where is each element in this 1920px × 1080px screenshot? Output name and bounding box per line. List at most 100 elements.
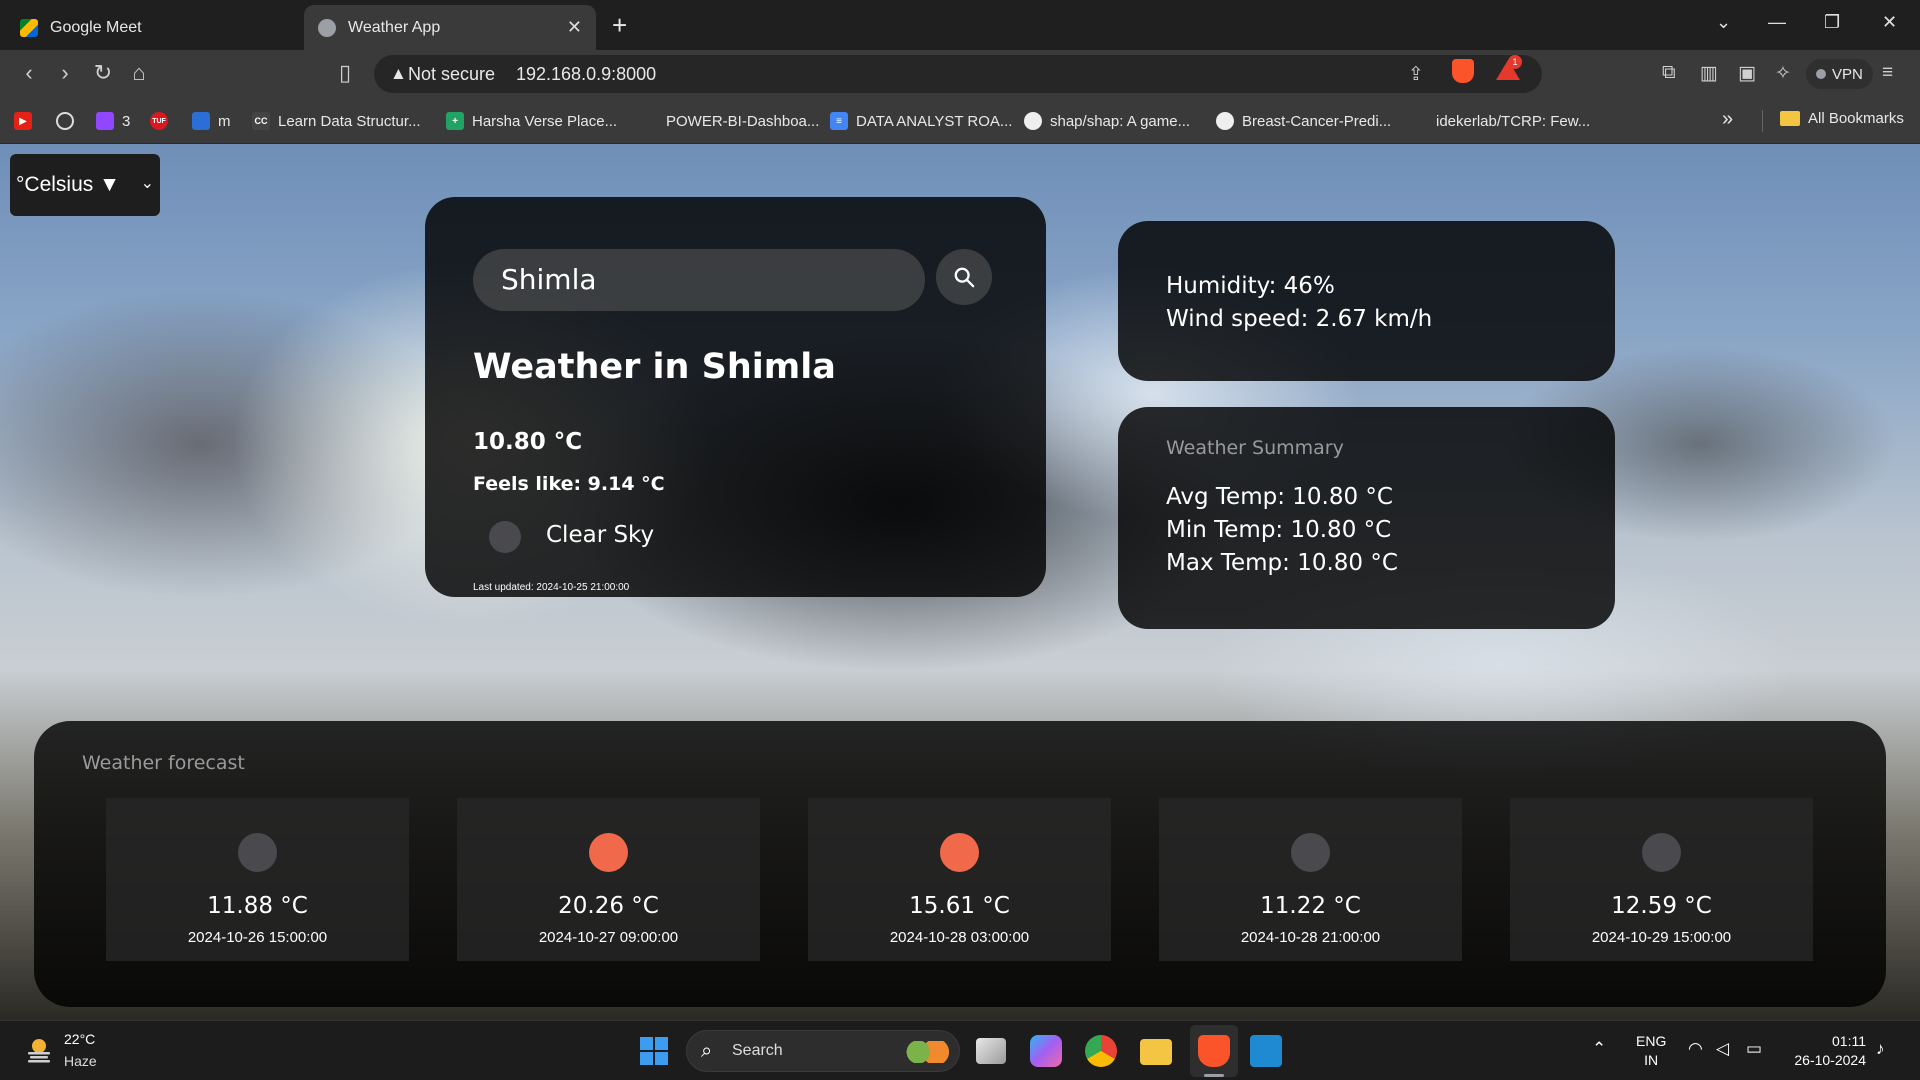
forecast-item: 20.26 °C 2024-10-27 09:00:00	[457, 798, 760, 961]
docs-icon: ≡	[830, 112, 848, 130]
bookmark-learn-dsa[interactable]: CC Learn Data Structur...	[252, 110, 421, 132]
wifi-icon[interactable]: ◠	[1688, 1039, 1703, 1059]
clock-date: 26-10-2024	[1794, 1052, 1866, 1068]
extensions-icon[interactable]: ⧉	[1662, 62, 1676, 84]
browser-toolbar: ‹ › ↻ ⌂ ▯ ▲ Not secure 192.168.0.9:8000 …	[0, 50, 1920, 98]
show-hidden-icons-icon[interactable]: ⌃	[1592, 1039, 1606, 1059]
back-icon[interactable]: ‹	[16, 60, 42, 86]
bookmark-label: Breast-Cancer-Predi...	[1242, 112, 1392, 130]
browser-tab-bar: Google Meet Weather App ✕ + ⌄ — ❐ ✕	[0, 0, 1920, 50]
vscode-icon[interactable]	[1250, 1035, 1282, 1067]
forecast-date: 2024-10-26 15:00:00	[187, 929, 328, 946]
unit-selector[interactable]: °Celsius ▼ ⌄	[10, 154, 160, 216]
security-label[interactable]: Not secure	[408, 64, 495, 85]
tab-google-meet[interactable]: Google Meet	[6, 5, 296, 50]
warning-icon: ▲	[390, 64, 407, 83]
brave-shields-icon[interactable]	[1452, 59, 1474, 83]
bookmark-label: Harsha Verse Place...	[472, 112, 618, 130]
forecast-item: 11.88 °C 2024-10-26 15:00:00	[106, 798, 409, 961]
forecast-date: 2024-10-29 15:00:00	[1591, 929, 1732, 946]
bookmark-harsha-verse[interactable]: + Harsha Verse Place...	[446, 110, 617, 132]
bookmark-m[interactable]: m	[192, 110, 231, 132]
haze-weather-icon[interactable]	[24, 1035, 54, 1065]
weather-condition: Clear Sky	[546, 522, 655, 548]
tab-weather-app[interactable]: Weather App ✕	[304, 5, 596, 50]
blank-page-icon	[1410, 112, 1428, 130]
github-icon	[1024, 112, 1042, 130]
feels-like: Feels like: 9.14 °C	[473, 473, 665, 495]
forecast-temp: 11.88 °C	[207, 893, 308, 919]
vpn-button[interactable]: VPN	[1806, 59, 1873, 89]
forecast-date: 2024-10-27 09:00:00	[538, 929, 679, 946]
share-icon[interactable]: ⇪	[1408, 63, 1424, 86]
bookmark-youtube[interactable]: ▶	[14, 110, 40, 132]
taskbar-weather-condition[interactable]: Haze	[64, 1053, 97, 1069]
chrome-icon[interactable]	[1085, 1035, 1117, 1067]
forecast-temp: 15.61 °C	[909, 893, 1010, 919]
sidebar-icon[interactable]: ▥	[1700, 62, 1718, 85]
folder-icon	[1780, 111, 1800, 126]
bookmark-label: DATA ANALYST ROA...	[856, 112, 1013, 130]
task-view-icon[interactable]	[976, 1038, 1006, 1064]
bookmark-powerbi[interactable]: POWER-BI-Dashboa...	[640, 110, 819, 132]
bookmark-tuf[interactable]: TUF	[150, 110, 176, 132]
forecast-date: 2024-10-28 03:00:00	[889, 929, 1030, 946]
max-temp: Max Temp: 10.80 °C	[1166, 550, 1398, 576]
address-bar[interactable]: ▲ Not secure 192.168.0.9:8000 ⇪	[374, 55, 1542, 93]
taskbar-weather-temp[interactable]: 22°C	[64, 1031, 95, 1047]
search-button[interactable]	[936, 249, 992, 305]
search-highlight-icon	[905, 1041, 949, 1063]
forecast-item: 12.59 °C 2024-10-29 15:00:00	[1510, 798, 1813, 961]
last-updated: Last updated: 2024-10-25 21:00:00	[473, 582, 630, 593]
reload-icon[interactable]: ↻	[90, 60, 116, 86]
close-window-icon[interactable]: ✕	[1882, 12, 1897, 33]
unit-selector-value: °Celsius ▼	[16, 173, 120, 196]
bookmark-shap[interactable]: shap/shap: A game...	[1024, 110, 1190, 132]
close-tab-icon[interactable]: ✕	[567, 17, 582, 38]
forward-icon[interactable]: ›	[52, 60, 78, 86]
bookmark-page-icon[interactable]: ▯	[332, 60, 358, 86]
all-bookmarks-button[interactable]: All Bookmarks	[1780, 110, 1904, 127]
file-explorer-icon[interactable]	[1140, 1039, 1172, 1065]
wallet-icon[interactable]: ▣	[1738, 62, 1756, 85]
search-field[interactable]	[473, 249, 925, 311]
youtube-icon: ▶	[14, 112, 32, 130]
new-tab-button[interactable]: +	[612, 10, 627, 41]
site-icon	[192, 112, 210, 130]
volume-icon[interactable]: ◁	[1716, 1039, 1729, 1059]
brave-browser-icon[interactable]	[1198, 1035, 1230, 1067]
bookmark-data-analyst[interactable]: ≡ DATA ANALYST ROA...	[830, 110, 1012, 132]
copilot-icon[interactable]	[1030, 1035, 1062, 1067]
restore-icon[interactable]: ❐	[1824, 12, 1840, 33]
taskbar-search[interactable]: ⌕ Search	[686, 1030, 960, 1072]
notification-bell-icon[interactable]: ♪	[1876, 1039, 1885, 1059]
forecast-item: 15.61 °C 2024-10-28 03:00:00	[808, 798, 1111, 961]
sheets-icon: +	[446, 112, 464, 130]
menu-icon[interactable]: ≡	[1882, 62, 1893, 84]
bookmark-breast-cancer[interactable]: Breast-Cancer-Predi...	[1216, 110, 1391, 132]
bookmark-tcrp[interactable]: idekerlab/TCRP: Few...	[1410, 110, 1590, 132]
more-bookmarks-icon[interactable]: »	[1722, 108, 1733, 131]
tab-search-chevron-icon[interactable]: ⌄	[1716, 12, 1731, 33]
bookmark-twitch[interactable]: 3	[96, 110, 130, 132]
city-search-input[interactable]	[501, 263, 901, 296]
weather-icon	[238, 833, 277, 872]
windows-start-icon[interactable]	[640, 1037, 668, 1065]
current-temperature: 10.80 °C	[473, 429, 583, 455]
system-clock[interactable]: 01:11 26-10-2024	[1786, 1032, 1866, 1070]
home-icon[interactable]: ⌂	[126, 60, 152, 86]
tuf-icon: TUF	[150, 112, 168, 130]
battery-icon[interactable]: ▭	[1746, 1039, 1762, 1059]
language-indicator[interactable]: ENG IN	[1636, 1032, 1666, 1070]
url-text[interactable]: 192.168.0.9:8000	[516, 64, 656, 85]
codechef-icon: CC	[252, 112, 270, 130]
bookmark-label: idekerlab/TCRP: Few...	[1436, 112, 1591, 130]
vpn-label: VPN	[1832, 65, 1863, 83]
forecast-title: Weather forecast	[82, 752, 245, 774]
chevron-down-icon: ⌄	[140, 175, 154, 192]
minimize-icon[interactable]: —	[1768, 12, 1786, 33]
leo-ai-icon[interactable]: ✧	[1775, 62, 1791, 85]
bookmark-label: POWER-BI-Dashboa...	[666, 112, 820, 130]
bookmark-chatgpt[interactable]	[56, 110, 82, 132]
forecast-temp: 12.59 °C	[1611, 893, 1712, 919]
